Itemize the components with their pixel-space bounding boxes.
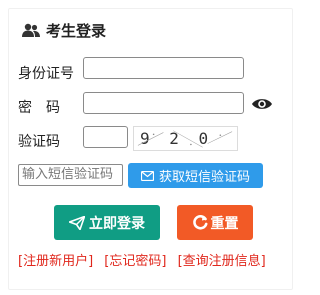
get-sms-code-button[interactable]: 获取短信验证码 bbox=[128, 163, 263, 188]
login-label: 立即登录 bbox=[89, 215, 145, 232]
mail-icon bbox=[140, 170, 154, 181]
show-password-icon[interactable] bbox=[251, 97, 273, 111]
captcha-input[interactable] bbox=[83, 126, 128, 148]
refresh-icon bbox=[192, 214, 207, 230]
send-icon bbox=[69, 215, 85, 230]
query-registration-link[interactable]: [查询注册信息] bbox=[178, 254, 266, 269]
forgot-password-link[interactable]: [忘记密码] bbox=[104, 254, 166, 269]
password-input[interactable] bbox=[83, 92, 244, 114]
footer-links: [注册新用户] [忘记密码] [查询注册信息] bbox=[18, 250, 273, 269]
page-title: 考生登录 bbox=[46, 22, 107, 40]
register-link[interactable]: [注册新用户] bbox=[18, 254, 93, 269]
login-button[interactable]: 立即登录 bbox=[54, 205, 160, 240]
login-header: 考生登录 bbox=[22, 20, 106, 41]
get-sms-code-label: 获取短信验证码 bbox=[158, 170, 250, 185]
id-number-label: 身份证号 bbox=[18, 66, 74, 82]
captcha-text: 9 2 0 3 bbox=[140, 129, 214, 148]
reset-label: 重置 bbox=[210, 215, 239, 232]
captcha-image[interactable]: 9 2 0 3 bbox=[133, 126, 238, 151]
id-number-input[interactable] bbox=[83, 57, 244, 79]
sms-code-input[interactable]: 输入短信验证码 bbox=[18, 164, 123, 186]
users-icon bbox=[22, 23, 40, 37]
reset-button[interactable]: 重置 bbox=[177, 205, 253, 240]
password-label: 密 码 bbox=[18, 100, 60, 116]
captcha-label: 验证码 bbox=[18, 134, 60, 150]
